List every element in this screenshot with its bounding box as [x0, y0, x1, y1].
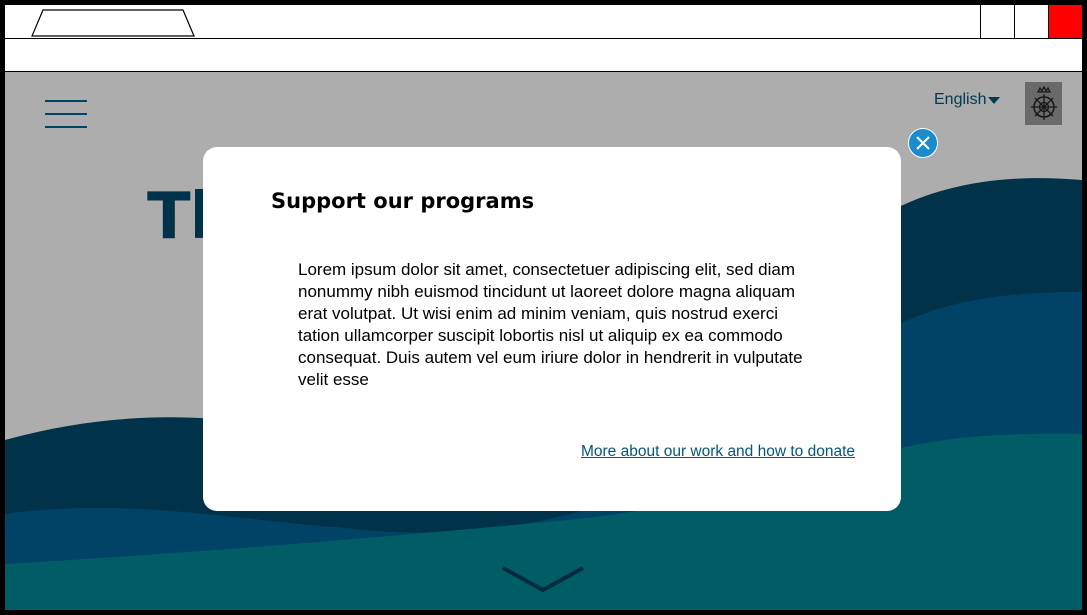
window-close-button[interactable] — [1048, 5, 1082, 38]
donate-link[interactable]: More about our work and how to donate — [581, 443, 855, 461]
modal-body-text: Lorem ipsum dolor sit amet, consectetuer… — [298, 260, 803, 389]
address-bar[interactable] — [5, 39, 1082, 72]
maximize-button[interactable] — [1014, 5, 1047, 38]
browser-window: Th English Support our programs Lorem ip… — [0, 0, 1087, 615]
browser-tab[interactable] — [31, 9, 195, 37]
page-content: Th English Support our programs Lorem ip… — [5, 72, 1082, 610]
modal-title: Support our programs — [271, 189, 535, 213]
minimize-button[interactable] — [980, 5, 1013, 38]
close-x-glyph — [916, 136, 930, 150]
title-bar — [5, 5, 1082, 39]
support-modal: Support our programs Lorem ipsum dolor s… — [203, 147, 901, 511]
close-icon[interactable] — [908, 128, 938, 158]
